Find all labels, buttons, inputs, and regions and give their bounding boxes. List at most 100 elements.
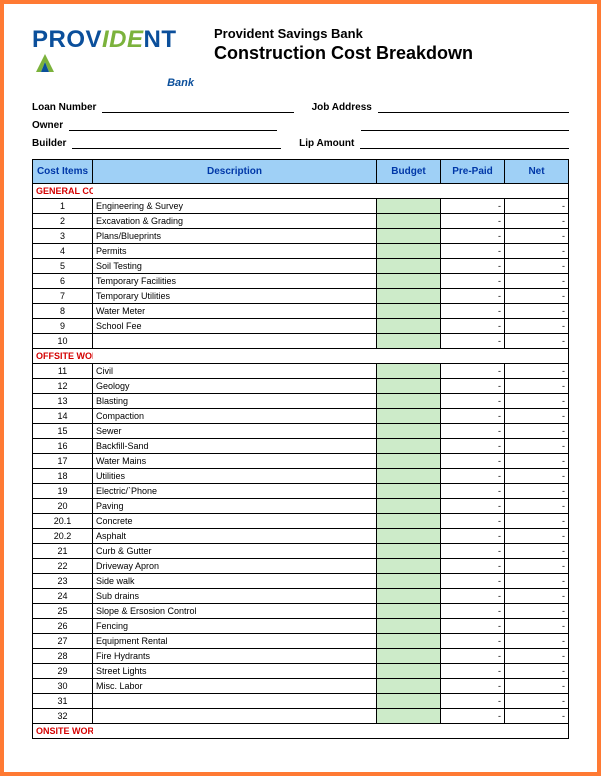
cell-description[interactable]: Compaction bbox=[93, 409, 377, 424]
cell-description[interactable]: Electric/`Phone bbox=[93, 484, 377, 499]
cell-budget[interactable] bbox=[377, 514, 441, 529]
cell-item[interactable]: 18 bbox=[33, 469, 93, 484]
cell-budget[interactable] bbox=[377, 274, 441, 289]
cell-budget[interactable] bbox=[377, 214, 441, 229]
cell-item[interactable]: 7 bbox=[33, 289, 93, 304]
cell-prepaid[interactable]: - bbox=[441, 439, 505, 454]
loan-number-field[interactable] bbox=[102, 101, 293, 113]
cell-description[interactable]: Paving bbox=[93, 499, 377, 514]
cell-budget[interactable] bbox=[377, 304, 441, 319]
cell-budget[interactable] bbox=[377, 709, 441, 724]
cell-net[interactable]: - bbox=[505, 409, 569, 424]
cell-net[interactable]: - bbox=[505, 574, 569, 589]
cell-net[interactable]: - bbox=[505, 364, 569, 379]
cell-net[interactable]: - bbox=[505, 259, 569, 274]
cell-net[interactable]: - bbox=[505, 394, 569, 409]
cell-prepaid[interactable]: - bbox=[441, 694, 505, 709]
cell-budget[interactable] bbox=[377, 529, 441, 544]
cell-prepaid[interactable]: - bbox=[441, 229, 505, 244]
cell-item[interactable]: 25 bbox=[33, 604, 93, 619]
cell-prepaid[interactable]: - bbox=[441, 214, 505, 229]
cell-net[interactable]: - bbox=[505, 709, 569, 724]
cell-prepaid[interactable]: - bbox=[441, 334, 505, 349]
cell-net[interactable]: - bbox=[505, 484, 569, 499]
cell-description[interactable]: Utilities bbox=[93, 469, 377, 484]
job-address-field[interactable] bbox=[378, 101, 569, 113]
cell-prepaid[interactable]: - bbox=[441, 289, 505, 304]
cell-item[interactable]: 28 bbox=[33, 649, 93, 664]
cell-item[interactable]: 22 bbox=[33, 559, 93, 574]
cell-description[interactable]: Slope & Ersosion Control bbox=[93, 604, 377, 619]
cell-description[interactable]: Water Mains bbox=[93, 454, 377, 469]
cell-net[interactable]: - bbox=[505, 424, 569, 439]
cell-item[interactable]: 20.2 bbox=[33, 529, 93, 544]
cell-item[interactable]: 12 bbox=[33, 379, 93, 394]
cell-item[interactable]: 2 bbox=[33, 214, 93, 229]
cell-item[interactable]: 11 bbox=[33, 364, 93, 379]
cell-description[interactable]: Geology bbox=[93, 379, 377, 394]
cell-description[interactable]: Blasting bbox=[93, 394, 377, 409]
cell-budget[interactable] bbox=[377, 679, 441, 694]
cell-description[interactable]: Side walk bbox=[93, 574, 377, 589]
cell-budget[interactable] bbox=[377, 664, 441, 679]
cell-description[interactable]: Equipment Rental bbox=[93, 634, 377, 649]
cell-description[interactable]: Misc. Labor bbox=[93, 679, 377, 694]
cell-net[interactable]: - bbox=[505, 559, 569, 574]
cell-item[interactable]: 27 bbox=[33, 634, 93, 649]
cell-budget[interactable] bbox=[377, 229, 441, 244]
cell-item[interactable]: 31 bbox=[33, 694, 93, 709]
cell-net[interactable]: - bbox=[505, 274, 569, 289]
cell-prepaid[interactable]: - bbox=[441, 589, 505, 604]
cell-net[interactable]: - bbox=[505, 679, 569, 694]
cell-description[interactable]: Fire Hydrants bbox=[93, 649, 377, 664]
cell-item[interactable]: 15 bbox=[33, 424, 93, 439]
cell-item[interactable]: 26 bbox=[33, 619, 93, 634]
cell-budget[interactable] bbox=[377, 634, 441, 649]
cell-prepaid[interactable]: - bbox=[441, 709, 505, 724]
cell-net[interactable]: - bbox=[505, 439, 569, 454]
cell-budget[interactable] bbox=[377, 469, 441, 484]
cell-description[interactable]: School Fee bbox=[93, 319, 377, 334]
cell-budget[interactable] bbox=[377, 289, 441, 304]
cell-net[interactable]: - bbox=[505, 694, 569, 709]
cell-description[interactable]: Fencing bbox=[93, 619, 377, 634]
cell-net[interactable]: - bbox=[505, 334, 569, 349]
cell-prepaid[interactable]: - bbox=[441, 424, 505, 439]
builder-field[interactable] bbox=[72, 137, 281, 149]
cell-description[interactable]: Sewer bbox=[93, 424, 377, 439]
cell-item[interactable]: 9 bbox=[33, 319, 93, 334]
cell-budget[interactable] bbox=[377, 424, 441, 439]
cell-net[interactable]: - bbox=[505, 529, 569, 544]
cell-net[interactable]: - bbox=[505, 319, 569, 334]
cell-net[interactable]: - bbox=[505, 304, 569, 319]
cell-item[interactable]: 10 bbox=[33, 334, 93, 349]
cell-item[interactable]: 5 bbox=[33, 259, 93, 274]
cell-budget[interactable] bbox=[377, 649, 441, 664]
cell-item[interactable]: 16 bbox=[33, 439, 93, 454]
cell-item[interactable]: 13 bbox=[33, 394, 93, 409]
cell-net[interactable]: - bbox=[505, 589, 569, 604]
cell-prepaid[interactable]: - bbox=[441, 649, 505, 664]
cell-item[interactable]: 6 bbox=[33, 274, 93, 289]
cell-budget[interactable] bbox=[377, 694, 441, 709]
cell-budget[interactable] bbox=[377, 199, 441, 214]
cell-item[interactable]: 3 bbox=[33, 229, 93, 244]
cell-description[interactable]: Plans/Blueprints bbox=[93, 229, 377, 244]
cell-net[interactable]: - bbox=[505, 619, 569, 634]
cell-prepaid[interactable]: - bbox=[441, 454, 505, 469]
cell-net[interactable]: - bbox=[505, 649, 569, 664]
cell-budget[interactable] bbox=[377, 499, 441, 514]
cell-budget[interactable] bbox=[377, 439, 441, 454]
cell-prepaid[interactable]: - bbox=[441, 529, 505, 544]
cell-description[interactable]: Temporary Utilities bbox=[93, 289, 377, 304]
cell-prepaid[interactable]: - bbox=[441, 559, 505, 574]
cell-prepaid[interactable]: - bbox=[441, 199, 505, 214]
cell-budget[interactable] bbox=[377, 619, 441, 634]
cell-budget[interactable] bbox=[377, 409, 441, 424]
cell-description[interactable]: Excavation & Grading bbox=[93, 214, 377, 229]
cell-prepaid[interactable]: - bbox=[441, 664, 505, 679]
cell-item[interactable]: 30 bbox=[33, 679, 93, 694]
cell-prepaid[interactable]: - bbox=[441, 499, 505, 514]
cell-item[interactable]: 20.1 bbox=[33, 514, 93, 529]
cell-item[interactable]: 1 bbox=[33, 199, 93, 214]
